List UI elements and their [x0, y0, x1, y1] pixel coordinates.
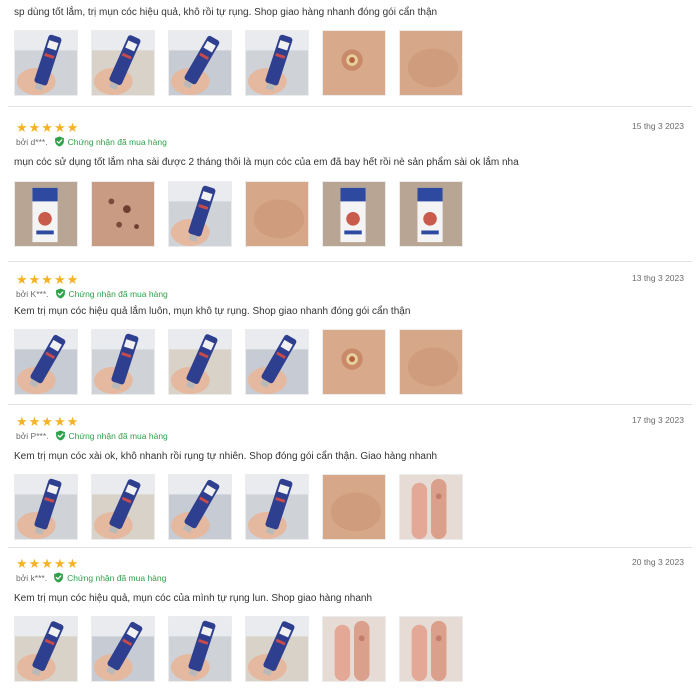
review-photo-thumbnail[interactable] — [168, 616, 232, 682]
shield-check-icon — [53, 572, 64, 583]
review-photo-thumbnail[interactable] — [245, 181, 309, 247]
reviewer-name: bởi k***. — [16, 572, 48, 583]
verified-purchase-label: Chứng nhận đã mua hàng — [67, 136, 167, 147]
review-photo-thumbnail[interactable] — [14, 30, 78, 96]
review-date: 15 thg 3 2023 — [632, 121, 684, 131]
review-photo-thumbnail[interactable] — [91, 181, 155, 247]
star-rating: ★★★★★ — [16, 556, 80, 571]
review-photos — [14, 616, 463, 682]
review-photo-thumbnail[interactable] — [14, 329, 78, 395]
reviewer-name: bởi d***. — [16, 136, 48, 147]
verified-purchase-label: Chứng nhận đã mua hàng — [68, 430, 168, 441]
reviewer-line: bởi P***. Chứng nhận đã mua hàng — [16, 430, 168, 441]
review-item: sp dùng tốt lắm, trị mụn cóc hiệu quả, k… — [0, 0, 700, 105]
review-photo-thumbnail[interactable] — [14, 616, 78, 682]
review-date: 17 thg 3 2023 — [632, 415, 684, 425]
review-date: 13 thg 3 2023 — [632, 273, 684, 283]
review-photo-thumbnail[interactable] — [399, 474, 463, 540]
review-photo-thumbnail[interactable] — [322, 474, 386, 540]
review-photo-thumbnail[interactable] — [168, 30, 232, 96]
star-rating: ★★★★★ — [16, 120, 80, 135]
review-item: ★★★★★ bởi P***. Chứng nhận đã mua hàng 1… — [0, 405, 700, 547]
review-date: 20 thg 3 2023 — [632, 557, 684, 567]
shield-check-icon — [55, 430, 66, 441]
verified-purchase-label: Chứng nhận đã mua hàng — [68, 288, 168, 299]
review-photo-thumbnail[interactable] — [91, 30, 155, 96]
review-photo-thumbnail[interactable] — [399, 181, 463, 247]
reviewer-line: bởi k***. Chứng nhận đã mua hàng — [16, 572, 166, 583]
reviewer-name: bởi K***. — [16, 288, 49, 299]
review-photo-thumbnail[interactable] — [322, 30, 386, 96]
review-item: ★★★★★ bởi K***. Chứng nhận đã mua hàng 1… — [0, 262, 700, 406]
review-photo-thumbnail[interactable] — [399, 30, 463, 96]
review-photo-thumbnail[interactable] — [245, 474, 309, 540]
review-photo-thumbnail[interactable] — [245, 329, 309, 395]
review-comment: sp dùng tốt lắm, trị mụn cóc hiệu quả, k… — [14, 7, 438, 18]
reviewer-name: bởi P***. — [16, 430, 49, 441]
review-photo-thumbnail[interactable] — [168, 329, 232, 395]
review-photo-thumbnail[interactable] — [168, 181, 232, 247]
review-comment: Kem trị mụn cóc hiệu quả, mụn cóc của mì… — [14, 593, 373, 604]
review-photo-thumbnail[interactable] — [91, 474, 155, 540]
shield-check-icon — [54, 136, 65, 147]
review-photo-thumbnail[interactable] — [91, 329, 155, 395]
review-list: sp dùng tốt lắm, trị mụn cóc hiệu quả, k… — [0, 0, 700, 700]
review-photo-thumbnail[interactable] — [322, 616, 386, 682]
review-photos — [14, 474, 463, 540]
review-photo-thumbnail[interactable] — [245, 616, 309, 682]
review-photo-thumbnail[interactable] — [322, 181, 386, 247]
verified-purchase-label: Chứng nhận đã mua hàng — [67, 572, 167, 583]
review-photo-thumbnail[interactable] — [168, 474, 232, 540]
review-photo-thumbnail[interactable] — [399, 616, 463, 682]
review-comment: Kem trị mụn cóc hiệu quả lắm luôn, mụn k… — [14, 306, 411, 317]
review-comment: mụn cóc sử dụng tốt lắm nha sài được 2 t… — [14, 157, 519, 168]
review-photos — [14, 329, 463, 395]
review-item: ★★★★★ bởi d***. Chứng nhận đã mua hàng 1… — [0, 107, 700, 259]
review-photo-thumbnail[interactable] — [14, 474, 78, 540]
shield-check-icon — [55, 288, 66, 299]
review-photo-thumbnail[interactable] — [14, 181, 78, 247]
review-photo-thumbnail[interactable] — [245, 30, 309, 96]
review-photos — [14, 181, 463, 247]
review-photo-thumbnail[interactable] — [91, 616, 155, 682]
review-photo-thumbnail[interactable] — [322, 329, 386, 395]
star-rating: ★★★★★ — [16, 414, 80, 429]
review-photo-thumbnail[interactable] — [399, 329, 463, 395]
reviewer-line: bởi d***. Chứng nhận đã mua hàng — [16, 136, 167, 147]
review-photos — [14, 30, 463, 96]
reviewer-line: bởi K***. Chứng nhận đã mua hàng — [16, 288, 168, 299]
review-comment: Kem trị mụn cóc xài ok, khô nhanh rồi rụ… — [14, 451, 438, 462]
review-item: ★★★★★ bởi k***. Chứng nhận đã mua hàng 2… — [0, 548, 700, 700]
star-rating: ★★★★★ — [16, 272, 80, 287]
